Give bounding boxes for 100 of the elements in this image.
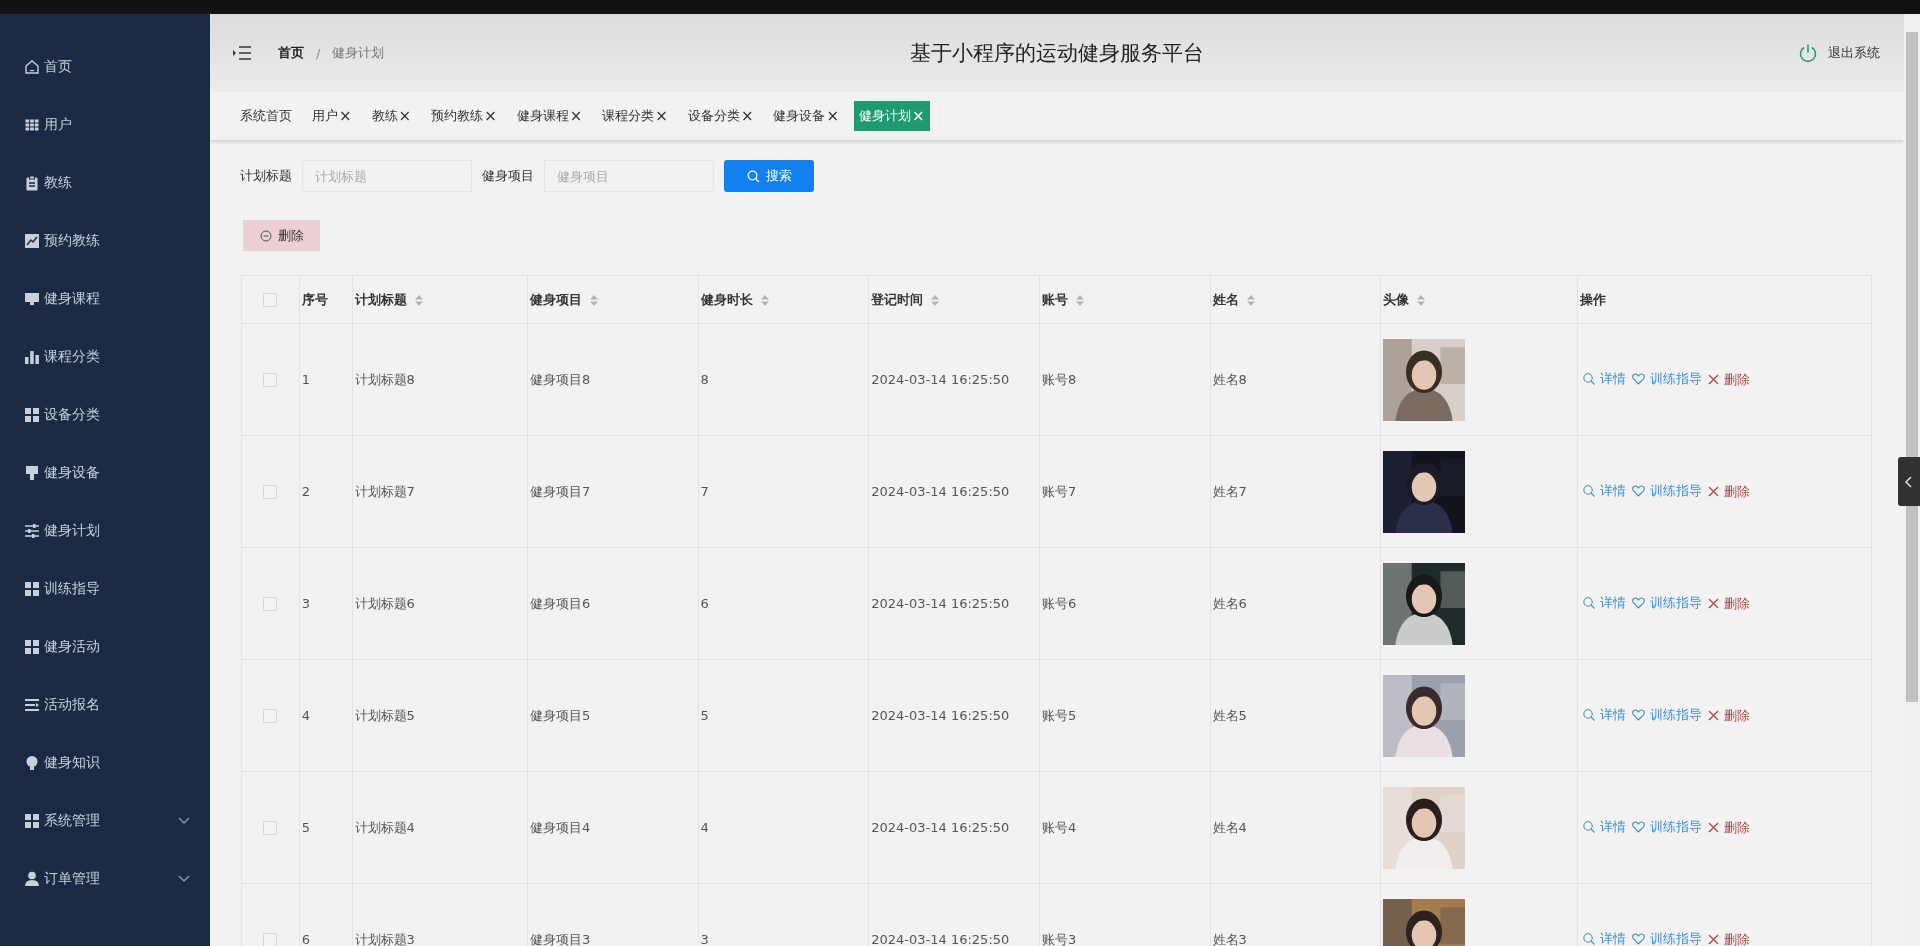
table-cell: 6 bbox=[299, 883, 353, 946]
grid-icon bbox=[24, 407, 40, 423]
field-label: 计划标题 bbox=[240, 167, 292, 185]
checkbox[interactable] bbox=[263, 709, 278, 724]
heart-icon bbox=[1631, 821, 1645, 834]
heart-icon bbox=[1631, 373, 1645, 386]
sidebar-item[interactable]: 订单管理 bbox=[0, 850, 210, 908]
tab[interactable]: 系统首页 bbox=[235, 101, 297, 131]
column-header[interactable]: 登记时间 bbox=[868, 275, 1040, 324]
column-header: 操作 bbox=[1577, 275, 1872, 324]
delete-link[interactable]: 删除 bbox=[1704, 930, 1753, 946]
logout-button[interactable]: 退出系统 bbox=[1798, 43, 1880, 63]
delete-link[interactable]: 删除 bbox=[1704, 370, 1753, 389]
scrollbar-thumb[interactable] bbox=[1906, 32, 1918, 702]
table-cell: 账号5 bbox=[1039, 659, 1210, 772]
search-icon bbox=[1582, 821, 1595, 834]
tab[interactable]: 健身计划× bbox=[854, 101, 930, 131]
sidebar-item[interactable]: 系统管理 bbox=[0, 792, 210, 850]
table-cell: 5 bbox=[698, 659, 869, 772]
delete-link[interactable]: 删除 bbox=[1704, 594, 1753, 613]
table-cell: 健身项目5 bbox=[527, 659, 699, 772]
sidebar-item[interactable]: 健身课程 bbox=[0, 270, 210, 328]
power-icon bbox=[1798, 43, 1818, 63]
tab[interactable]: 课程分类× bbox=[597, 101, 673, 131]
table-cell: 2024-03-14 16:25:50 bbox=[868, 323, 1040, 436]
column-header[interactable]: 账号 bbox=[1039, 275, 1210, 324]
column-header[interactable]: 计划标题 bbox=[352, 275, 528, 324]
sliders-icon bbox=[24, 523, 40, 539]
sidebar-item[interactable]: 活动报名 bbox=[0, 676, 210, 734]
sidebar-item[interactable]: 健身活动 bbox=[0, 618, 210, 676]
checkbox[interactable] bbox=[263, 293, 278, 308]
table-cell: 计划标题6 bbox=[352, 547, 528, 660]
sidebar-item[interactable]: 预约教练 bbox=[0, 212, 210, 270]
delete-button[interactable]: 删除 bbox=[243, 220, 320, 251]
sidebar-item[interactable]: 训练指导 bbox=[0, 560, 210, 618]
breadcrumb-separator: / bbox=[316, 45, 321, 61]
sidebar-item[interactable]: 健身设备 bbox=[0, 444, 210, 502]
tab[interactable]: 用户× bbox=[307, 101, 357, 131]
collapse-handle[interactable] bbox=[1898, 457, 1920, 506]
table-cell: 计划标题3 bbox=[352, 883, 528, 946]
table-cell: 健身项目4 bbox=[527, 771, 699, 884]
search-field[interactable]: 计划标题 bbox=[302, 160, 472, 192]
table-cell: 姓名6 bbox=[1210, 547, 1381, 660]
grid-icon bbox=[24, 581, 40, 597]
search-icon bbox=[1582, 597, 1595, 610]
clipboard-icon bbox=[24, 175, 40, 191]
sidebar-item[interactable]: 健身知识 bbox=[0, 734, 210, 792]
bulb-icon bbox=[24, 755, 40, 771]
column-header[interactable]: 头像 bbox=[1380, 275, 1578, 324]
sort-icon bbox=[1246, 294, 1255, 306]
delete-link[interactable]: 删除 bbox=[1704, 818, 1753, 837]
search-icon bbox=[746, 169, 760, 183]
table-cell: 账号8 bbox=[1039, 323, 1210, 436]
search-icon bbox=[1582, 373, 1595, 386]
user-icon bbox=[24, 871, 40, 887]
tab[interactable]: 设备分类× bbox=[682, 101, 759, 131]
column-header[interactable]: 健身时长 bbox=[698, 275, 869, 324]
checkbox[interactable] bbox=[263, 597, 278, 612]
tab[interactable]: 预约教练× bbox=[426, 101, 502, 131]
monitor-icon bbox=[24, 291, 40, 307]
close-icon bbox=[1707, 374, 1719, 386]
checkbox[interactable] bbox=[263, 373, 278, 388]
table-cell: 计划标题5 bbox=[352, 659, 528, 772]
checkbox[interactable] bbox=[263, 933, 278, 946]
home-icon bbox=[24, 59, 40, 75]
table-cell: 账号4 bbox=[1039, 771, 1210, 884]
search-icon bbox=[1582, 485, 1595, 498]
close-icon bbox=[1707, 598, 1719, 610]
heart-icon bbox=[1631, 933, 1645, 946]
sort-icon bbox=[1075, 294, 1084, 306]
menu-toggle-button[interactable] bbox=[232, 45, 252, 61]
table-cell: 4 bbox=[299, 659, 353, 772]
table-cell: 1 bbox=[299, 323, 353, 436]
delete-link[interactable]: 删除 bbox=[1704, 706, 1753, 725]
table-cell: 2 bbox=[299, 435, 353, 548]
sort-icon bbox=[931, 294, 940, 306]
tab[interactable]: 健身设备× bbox=[768, 101, 845, 131]
table-cell: 7 bbox=[698, 435, 869, 548]
sidebar-item[interactable]: 健身计划 bbox=[0, 502, 210, 560]
delete-link[interactable]: 删除 bbox=[1704, 482, 1753, 501]
sidebar-item[interactable]: 课程分类 bbox=[0, 328, 210, 386]
checkbox[interactable] bbox=[263, 821, 278, 836]
sidebar-item[interactable]: 设备分类 bbox=[0, 386, 210, 444]
breadcrumb-item[interactable]: 首页 bbox=[278, 44, 304, 62]
table-cell: 姓名4 bbox=[1210, 771, 1381, 884]
checkbox[interactable] bbox=[263, 485, 278, 500]
table-cell: 姓名8 bbox=[1210, 323, 1381, 436]
sidebar-item[interactable]: 首页 bbox=[0, 38, 210, 96]
chart-icon bbox=[24, 233, 40, 249]
sidebar-item[interactable]: 教练 bbox=[0, 154, 210, 212]
search-field[interactable]: 健身项目 bbox=[544, 160, 714, 192]
sort-icon bbox=[414, 294, 423, 306]
sidebar-item[interactable]: 用户 bbox=[0, 96, 210, 154]
tab[interactable]: 健身课程× bbox=[511, 101, 588, 131]
breadcrumb-item: 健身计划 bbox=[332, 44, 385, 62]
table-cell: 账号7 bbox=[1039, 435, 1210, 548]
column-header[interactable]: 健身项目 bbox=[527, 275, 699, 324]
tab[interactable]: 教练× bbox=[366, 101, 417, 131]
column-header[interactable]: 姓名 bbox=[1210, 275, 1381, 324]
search-button[interactable]: 搜索 bbox=[724, 160, 814, 192]
